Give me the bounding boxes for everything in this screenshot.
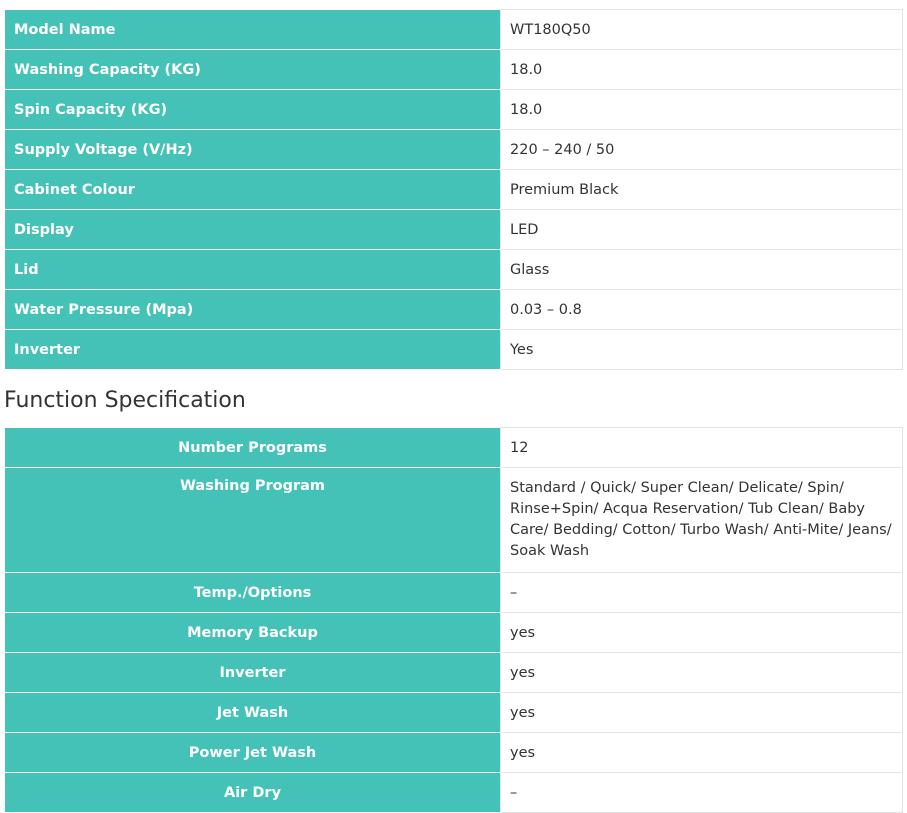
spec-value: Premium Black <box>500 169 903 210</box>
spec-value: 0.03 – 0.8 <box>500 289 903 330</box>
table-row: Cabinet Colour Premium Black <box>4 169 903 210</box>
spec-label: Cabinet Colour <box>4 169 501 210</box>
table-row: Display LED <box>4 209 903 250</box>
general-spec-table: Model Name WT180Q50 Washing Capacity (KG… <box>4 9 903 370</box>
function-spec-heading: Function Specification <box>4 388 246 413</box>
spec-value: – <box>500 772 903 813</box>
table-row: Supply Voltage (V/Hz) 220 – 240 / 50 <box>4 129 903 170</box>
spec-label: Supply Voltage (V/Hz) <box>4 129 501 170</box>
spec-value: 220 – 240 / 50 <box>500 129 903 170</box>
spec-label: Spin Capacity (KG) <box>4 89 501 130</box>
spec-label: Number Programs <box>4 427 501 468</box>
table-row: Water Pressure (Mpa) 0.03 – 0.8 <box>4 289 903 330</box>
table-row: Washing Program Standard / Quick/ Super … <box>4 467 903 573</box>
table-row: Jet Wash yes <box>4 692 903 733</box>
table-row: Power Jet Wash yes <box>4 732 903 773</box>
spec-value: 18.0 <box>500 89 903 130</box>
spec-value: – <box>500 572 903 613</box>
spec-value: Yes <box>500 329 903 370</box>
spec-value: yes <box>500 692 903 733</box>
table-row: Inverter yes <box>4 652 903 693</box>
spec-value: WT180Q50 <box>500 9 903 50</box>
spec-label: Model Name <box>4 9 501 50</box>
table-row: Lid Glass <box>4 249 903 290</box>
spec-label: Washing Program <box>4 467 501 573</box>
spec-label: Washing Capacity (KG) <box>4 49 501 90</box>
table-row: Memory Backup yes <box>4 612 903 653</box>
spec-value: yes <box>500 612 903 653</box>
spec-value: LED <box>500 209 903 250</box>
spec-label: Water Pressure (Mpa) <box>4 289 501 330</box>
spec-label: Jet Wash <box>4 692 501 733</box>
spec-label: Memory Backup <box>4 612 501 653</box>
spec-value: 12 <box>500 427 903 468</box>
table-row: Inverter Yes <box>4 329 903 370</box>
spec-label: Temp./Options <box>4 572 501 613</box>
spec-value: yes <box>500 732 903 773</box>
spec-label: Inverter <box>4 652 501 693</box>
spec-value: Standard / Quick/ Super Clean/ Delicate/… <box>500 467 903 573</box>
spec-label: Power Jet Wash <box>4 732 501 773</box>
table-row: Washing Capacity (KG) 18.0 <box>4 49 903 90</box>
table-row: Model Name WT180Q50 <box>4 9 903 50</box>
spec-value: Glass <box>500 249 903 290</box>
spec-value: 18.0 <box>500 49 903 90</box>
spec-label: Display <box>4 209 501 250</box>
function-spec-table: Number Programs 12 Washing Program Stand… <box>4 427 903 813</box>
table-row: Temp./Options – <box>4 572 903 613</box>
table-row: Air Dry – <box>4 772 903 813</box>
spec-label: Lid <box>4 249 501 290</box>
spec-value: yes <box>500 652 903 693</box>
table-row: Spin Capacity (KG) 18.0 <box>4 89 903 130</box>
spec-label: Air Dry <box>4 772 501 813</box>
spec-label: Inverter <box>4 329 501 370</box>
table-row: Number Programs 12 <box>4 427 903 468</box>
